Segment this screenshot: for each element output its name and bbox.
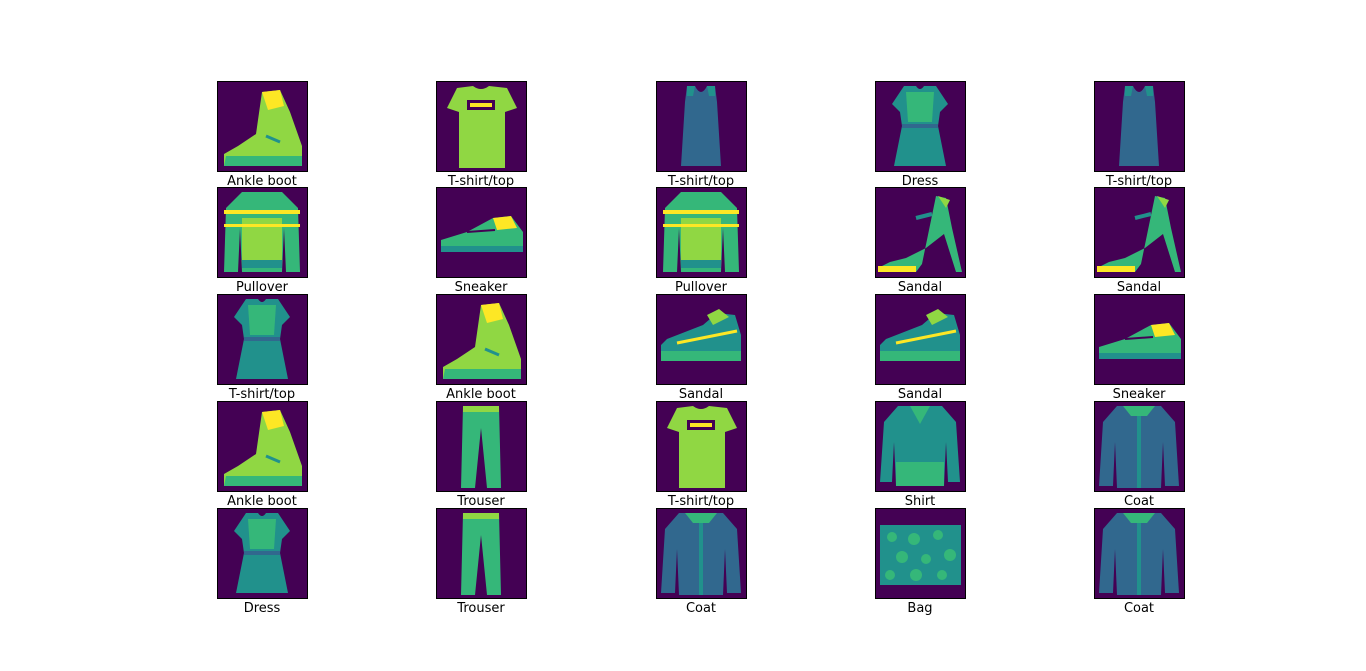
grid-cell: Dress: [860, 81, 980, 189]
grid-cell: Ankle boot: [202, 401, 322, 509]
dress-icon: [875, 81, 966, 172]
tank-top-icon: [1094, 81, 1185, 172]
grid-cell: Coat: [641, 508, 761, 616]
grid-cell: Shirt: [860, 401, 980, 509]
grid-cell: Dress: [202, 508, 322, 616]
grid-cell: Sneaker: [421, 187, 541, 295]
coat-icon: [1094, 401, 1185, 492]
grid-cell: Trouser: [421, 508, 541, 616]
grid-cell: Sandal: [860, 187, 980, 295]
ankle-boot-icon: [436, 294, 527, 385]
sneaker-icon: [1094, 294, 1185, 385]
image-label: Coat: [1123, 601, 1155, 616]
sandal-flat-icon: [875, 294, 966, 385]
grid-cell: Sandal: [860, 294, 980, 402]
tshirt-icon: [656, 401, 747, 492]
grid-cell: Coat: [1079, 508, 1199, 616]
grid-cell: T-shirt/top: [202, 294, 322, 402]
grid-cell: T-shirt/top: [421, 81, 541, 189]
sandal-heel-icon: [1094, 187, 1185, 278]
grid-cell: Ankle boot: [421, 294, 541, 402]
dress-icon: [217, 294, 308, 385]
grid-cell: Bag: [860, 508, 980, 616]
sandal-heel-icon: [875, 187, 966, 278]
grid-cell: T-shirt/top: [1079, 81, 1199, 189]
grid-cell: Pullover: [202, 187, 322, 295]
image-label: Dress: [243, 601, 281, 616]
grid-cell: Ankle boot: [202, 81, 322, 189]
grid-cell: Sandal: [641, 294, 761, 402]
ankle-boot-icon: [217, 401, 308, 492]
image-grid: Ankle boot T-shirt/top T-shirt/top Dress…: [0, 0, 1366, 671]
coat-icon: [1094, 508, 1185, 599]
shirt-icon: [875, 401, 966, 492]
pullover-icon: [217, 187, 308, 278]
grid-cell: Coat: [1079, 401, 1199, 509]
trouser-icon: [436, 508, 527, 599]
sneaker-icon: [436, 187, 527, 278]
grid-cell: Sandal: [1079, 187, 1199, 295]
image-label: Coat: [685, 601, 717, 616]
tshirt-icon: [436, 81, 527, 172]
dress-icon: [217, 508, 308, 599]
pullover-icon: [656, 187, 747, 278]
bag-icon: [875, 508, 966, 599]
image-label: Trouser: [457, 601, 505, 616]
sandal-flat-icon: [656, 294, 747, 385]
grid-cell: Trouser: [421, 401, 541, 509]
tank-top-icon: [656, 81, 747, 172]
coat-icon: [656, 508, 747, 599]
trouser-icon: [436, 401, 527, 492]
grid-cell: T-shirt/top: [641, 81, 761, 189]
grid-cell: T-shirt/top: [641, 401, 761, 509]
grid-cell: Sneaker: [1079, 294, 1199, 402]
image-label: Bag: [907, 601, 933, 616]
ankle-boot-icon: [217, 81, 308, 172]
grid-cell: Pullover: [641, 187, 761, 295]
